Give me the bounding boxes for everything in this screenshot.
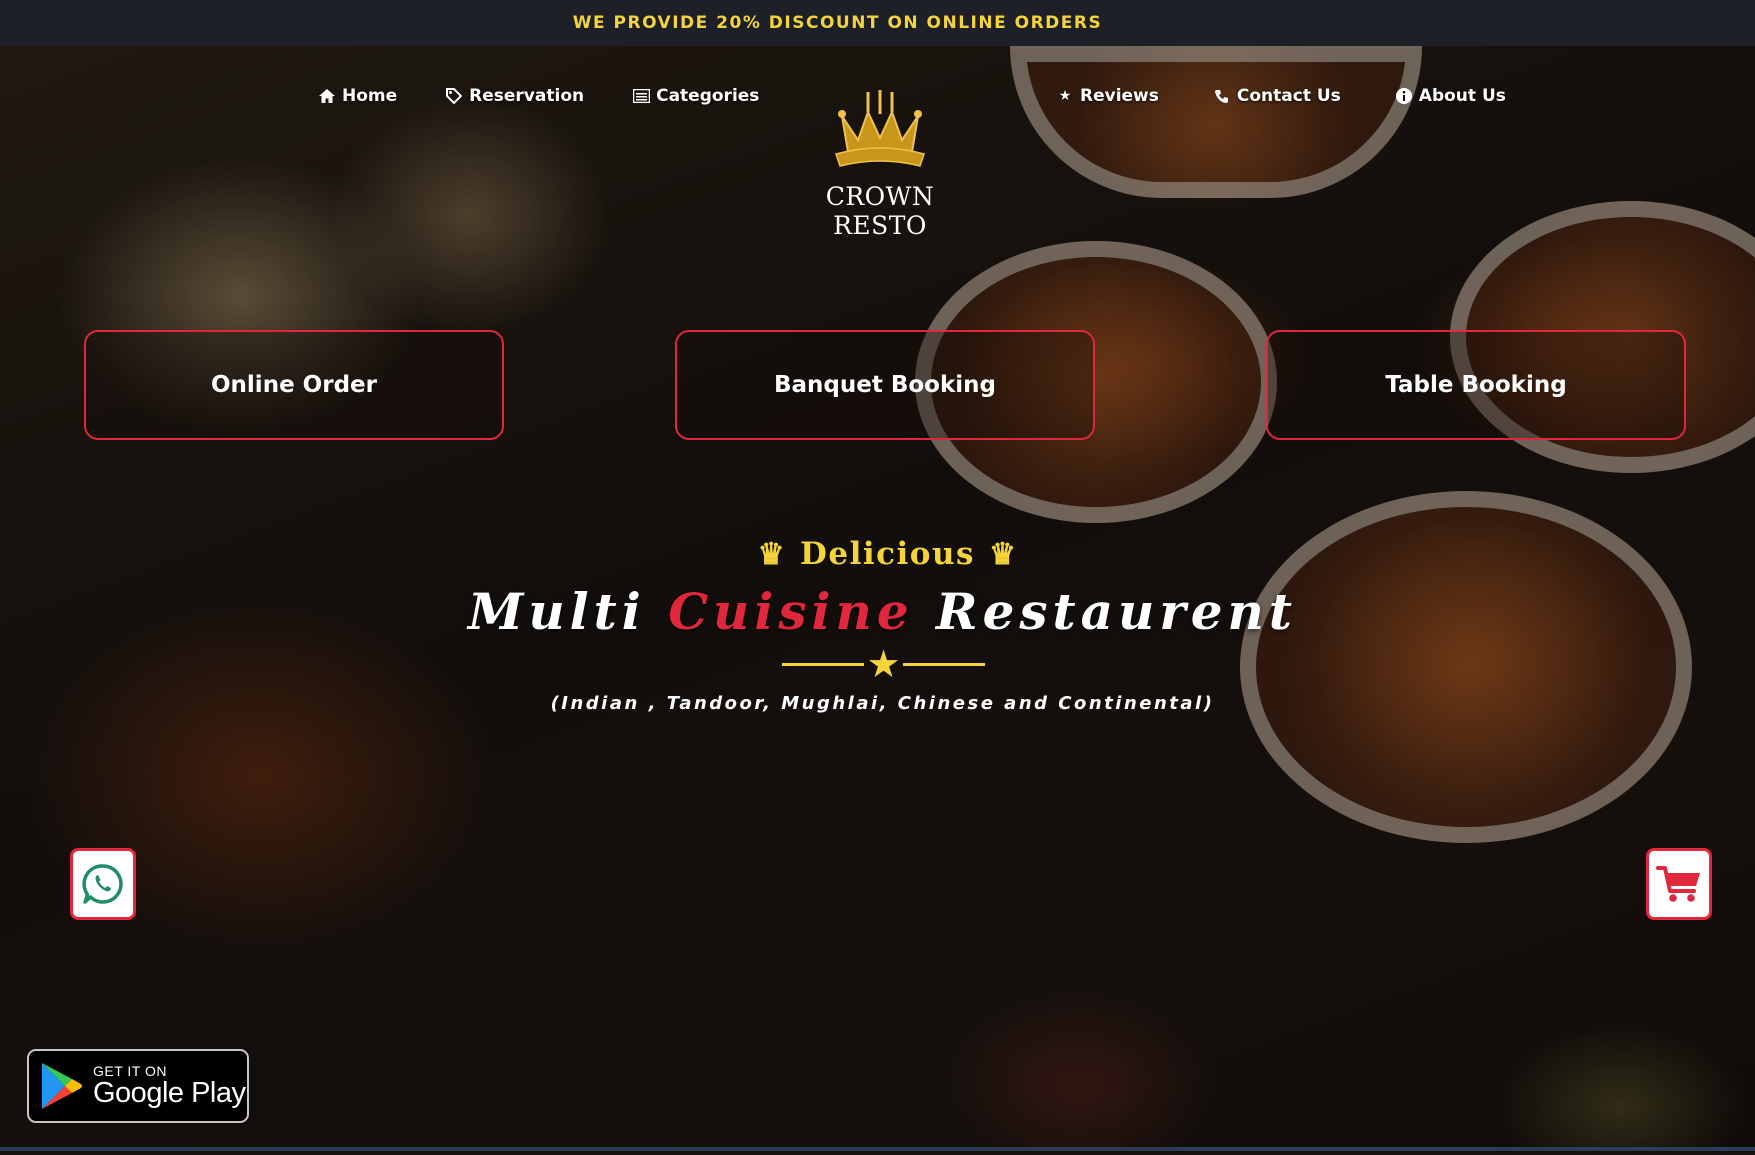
cart-icon bbox=[1656, 866, 1700, 902]
cuisine-list: (Indian , Tandoor, Mughlai, Chinese and … bbox=[550, 693, 1215, 714]
tag-icon bbox=[445, 87, 463, 105]
star-icon: ★ bbox=[1058, 88, 1072, 104]
google-play-icon bbox=[42, 1063, 82, 1109]
hero-headline: ♛ Delicious ♛ Multi Cuisine Restaurent ★ (… bbox=[0, 536, 1755, 714]
promo-text: WE PROVIDE 20% DISCOUNT ON ONLINE ORDERS bbox=[572, 13, 1103, 33]
google-play-text: GET IT ON Google Play bbox=[93, 1063, 246, 1110]
banquet-booking-button[interactable]: Banquet Booking bbox=[675, 330, 1095, 440]
crown-icon: ♛ bbox=[757, 537, 786, 572]
nav-categories-label: Categories bbox=[656, 86, 760, 106]
title-part1: Multi bbox=[467, 582, 669, 641]
nav-reservation-label: Reservation bbox=[469, 86, 585, 106]
nav-left: Home Reservation Categories bbox=[318, 86, 759, 106]
nav-reviews-label: Reviews bbox=[1080, 86, 1159, 106]
bottom-strip bbox=[0, 1147, 1755, 1151]
crown-logo-icon bbox=[835, 90, 925, 167]
whatsapp-button[interactable] bbox=[70, 848, 136, 920]
online-order-button[interactable]: Online Order bbox=[84, 330, 504, 440]
crown-icon: ♛ bbox=[988, 537, 1018, 572]
nav-contact-us-label: Contact Us bbox=[1236, 86, 1341, 106]
tagline: ♛ Delicious ♛ bbox=[20, 536, 1755, 572]
cart-button[interactable] bbox=[1646, 848, 1712, 920]
info-icon bbox=[1395, 87, 1413, 105]
logo-text: CROWN RESTO bbox=[825, 182, 935, 240]
table-booking-button[interactable]: Table Booking bbox=[1266, 330, 1686, 440]
phone-icon bbox=[1213, 87, 1231, 105]
promo-bar: WE PROVIDE 20% DISCOUNT ON ONLINE ORDERS bbox=[0, 0, 1755, 46]
title-accent: Cuisine bbox=[668, 582, 914, 641]
star-icon: ★ bbox=[866, 642, 901, 686]
title-divider: ★ bbox=[12, 645, 1755, 683]
nav-home-label: Home bbox=[342, 86, 398, 106]
nav-about-us-label: About Us bbox=[1418, 86, 1506, 106]
nav-home[interactable]: Home bbox=[318, 86, 397, 106]
list-icon bbox=[632, 87, 650, 105]
title-part2: Restaurent bbox=[913, 582, 1298, 641]
page-title: Multi Cuisine Restaurent bbox=[10, 582, 1755, 641]
food-bowl-image bbox=[1010, 46, 1422, 198]
tagline-text: Delicious bbox=[800, 536, 975, 572]
store-name-label: Google Play bbox=[93, 1076, 246, 1109]
nav-reservation[interactable]: Reservation bbox=[445, 86, 584, 106]
divider-line bbox=[782, 662, 865, 666]
nav-reviews[interactable]: ★ Reviews bbox=[1056, 86, 1159, 106]
google-play-badge[interactable]: GET IT ON Google Play bbox=[27, 1049, 249, 1123]
nav-categories[interactable]: Categories bbox=[632, 86, 759, 106]
whatsapp-icon bbox=[82, 864, 123, 904]
crown-resto-logo[interactable]: CROWN RESTO bbox=[775, 88, 985, 240]
home-icon bbox=[318, 87, 336, 105]
nav-right: ★ Reviews Contact Us About Us bbox=[1056, 86, 1506, 106]
divider-line bbox=[902, 662, 985, 666]
nav-about-us[interactable]: About Us bbox=[1395, 86, 1506, 106]
nav-contact-us[interactable]: Contact Us bbox=[1213, 86, 1341, 106]
